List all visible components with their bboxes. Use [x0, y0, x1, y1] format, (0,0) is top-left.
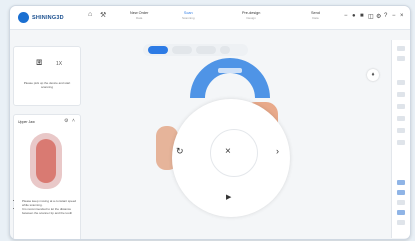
tool-button[interactable] [397, 92, 405, 97]
scan-device-card: ⧆ 1X Please pick up the device and start… [13, 46, 81, 106]
home-icon[interactable]: ⌂ [88, 11, 92, 18]
tool-button-active[interactable] [397, 190, 405, 195]
rotate-icon[interactable]: ↻ [176, 146, 184, 157]
close-window-icon[interactable]: × [400, 13, 404, 19]
scan-hint: Please pick up the device and start scan… [23, 81, 71, 89]
tool-button-active[interactable] [397, 180, 405, 185]
tool-button[interactable] [397, 104, 405, 109]
mode-more-button[interactable] [220, 46, 230, 54]
mode-button[interactable] [196, 46, 216, 54]
user-icon[interactable]: ● [352, 13, 356, 19]
tool-button[interactable] [397, 140, 405, 145]
scanner-icon: ⧆ [36, 57, 43, 68]
gear-icon[interactable]: ⚙ [376, 13, 381, 20]
step-sub: Data [136, 16, 143, 20]
radial-center [210, 129, 258, 177]
tooth-icon: ♦ [371, 72, 375, 78]
brand-logo: SHINING3D [18, 11, 64, 24]
note-item: Please keep moving at a constant speed w… [22, 199, 82, 207]
view-reset-button[interactable]: ♦ [367, 69, 379, 81]
scan-arc-path [190, 58, 270, 98]
scan-arc-highlight [218, 68, 242, 73]
step-title: Scan [183, 11, 193, 15]
step-sub: Data [312, 16, 319, 20]
monitor-icon[interactable]: ◫ [368, 13, 374, 20]
step-new-order[interactable]: New Order Data [130, 11, 148, 20]
section-title: Upper Jaw [18, 120, 35, 124]
tool-button[interactable] [397, 80, 405, 85]
jaw-preview[interactable] [30, 133, 62, 189]
tool-button[interactable] [397, 56, 405, 61]
close-icon[interactable]: × [225, 146, 231, 157]
tool-button[interactable] [397, 116, 405, 121]
settings-icon[interactable]: ⚙ [64, 118, 68, 124]
tool-button[interactable] [397, 200, 405, 205]
window-minimize-icon[interactable]: − [392, 13, 396, 19]
step-title: New Order [130, 11, 149, 15]
note-item: It is recommended to let the distance be… [22, 207, 82, 215]
help-icon[interactable]: ? [384, 13, 387, 19]
brand-name: SHINING3D [32, 14, 64, 21]
collapse-icon[interactable]: ˄ [72, 118, 75, 124]
step-sub: Design [246, 16, 256, 20]
mode-button[interactable] [172, 46, 192, 54]
mode-bar [143, 44, 248, 56]
step-title: Send [311, 11, 320, 15]
tools-icon[interactable]: ⚒ [100, 11, 106, 19]
step-sub: Scanning [182, 16, 195, 20]
minus-icon[interactable]: − [344, 13, 348, 19]
right-tool-panel [391, 40, 410, 238]
play-icon[interactable]: ▶ [226, 193, 231, 201]
left-sidebar: ⧆ 1X Please pick up the device and start… [13, 46, 81, 239]
tool-button[interactable] [397, 220, 405, 225]
top-bar: SHINING3D ⌂ ⚒ New Order Data Scan Scanni… [10, 6, 410, 30]
mode-scan-button[interactable] [148, 46, 168, 54]
notes-list: Please keep moving at a constant speed w… [16, 199, 82, 215]
device-label: 1X [56, 61, 63, 67]
chevron-right-icon[interactable]: › [276, 146, 279, 156]
logo-mark [18, 12, 29, 23]
tool-button-active[interactable] [397, 210, 405, 215]
tool-button[interactable] [397, 46, 405, 51]
step-scan[interactable]: Scan Scanning [182, 11, 195, 20]
app-window: SHINING3D ⌂ ⚒ New Order Data Scan Scanni… [9, 5, 411, 240]
jaw-preview-inner [36, 139, 56, 183]
jaw-card: Upper Jaw ⚙ ˄ Please keep moving at a co… [13, 114, 82, 239]
step-pre-design[interactable]: Pre-design Design [242, 11, 260, 20]
step-title: Pre-design [242, 11, 261, 15]
step-send[interactable]: Send Data [311, 11, 320, 20]
tool-button[interactable] [397, 128, 405, 133]
profile-icon[interactable]: ■ [360, 13, 364, 19]
